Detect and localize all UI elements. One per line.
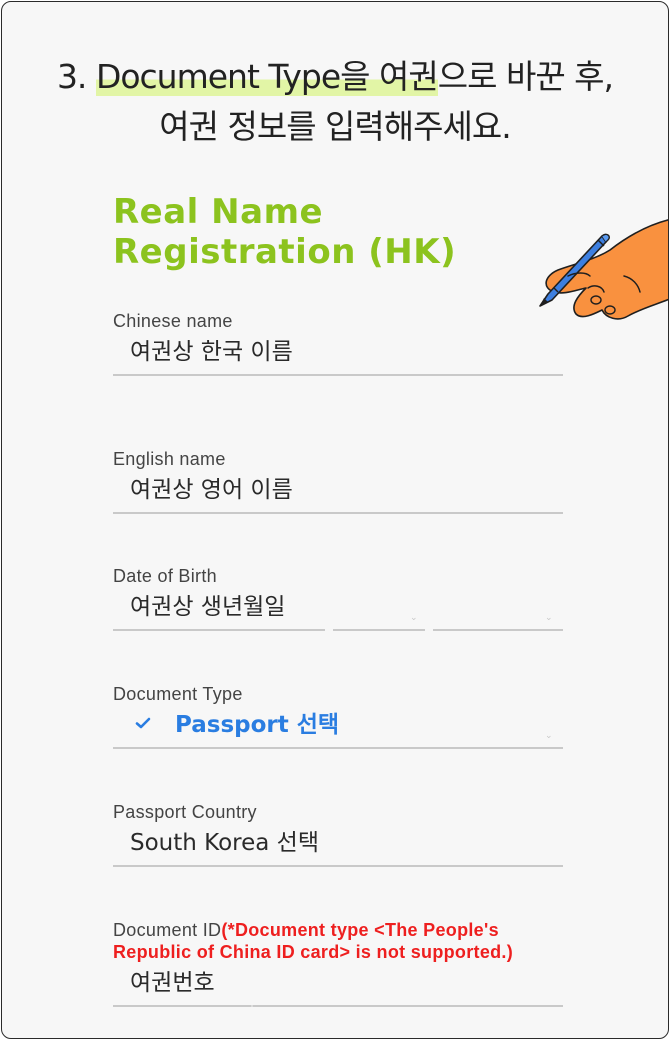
step-number: 3.	[56, 57, 87, 96]
chevron-down-icon: ⌄	[410, 613, 418, 623]
select-divider	[425, 629, 433, 631]
form-title: Real Name Registration (HK)	[113, 192, 457, 272]
document-type-label: Document Type	[113, 684, 243, 704]
document-type-field: Document Type Passport 선택 ⌄	[113, 683, 563, 749]
chinese-name-label: Chinese name	[113, 311, 233, 331]
english-name-label: English name	[113, 449, 226, 469]
chevron-down-icon: ⌄	[545, 613, 553, 623]
headline-line-1: 3. Document Type을 여권으로 바꾼 후,	[2, 52, 668, 102]
chinese-name-field: Chinese name 여권상 한국 이름	[113, 310, 563, 376]
passport-country-value: South Korea 선택	[130, 830, 319, 856]
document-id-label-text: Document ID	[113, 920, 222, 940]
chinese-name-input[interactable]: 여권상 한국 이름	[113, 332, 563, 376]
passport-country-label: Passport Country	[113, 802, 257, 822]
chinese-name-value: 여권상 한국 이름	[130, 339, 293, 365]
date-of-birth-value: 여권상 생년월일	[130, 594, 286, 620]
select-divider	[325, 629, 333, 631]
english-name-field: English name 여권상 영어 이름	[113, 448, 563, 514]
document-id-field: Document ID(*Document type <The People's…	[113, 919, 563, 1007]
date-of-birth-label: Date of Birth	[113, 566, 217, 586]
instruction-headline: 3. Document Type을 여권으로 바꾼 후, 여권 정보를 입력해주…	[2, 52, 668, 152]
headline-line1-rest: 으로 바꾼 후,	[437, 57, 614, 96]
chevron-down-icon: ⌄	[545, 731, 553, 741]
document-type-select[interactable]: Passport 선택 ⌄	[113, 705, 563, 749]
document-type-value: Passport 선택	[175, 712, 340, 738]
passport-country-select[interactable]: South Korea 선택	[113, 823, 563, 867]
document-id-value: 여권번호	[130, 970, 215, 996]
document-id-label: Document ID(*Document type <The People's…	[113, 919, 563, 963]
date-of-birth-field: Date of Birth 여권상 생년월일 ⌄ ⌄	[113, 565, 563, 631]
input-divider	[251, 1005, 253, 1007]
guide-card: 3. Document Type을 여권으로 바꾼 후, 여권 정보를 입력해주…	[1, 1, 669, 1039]
headline-line-2: 여권 정보를 입력해주세요.	[159, 107, 511, 146]
check-icon	[135, 717, 151, 729]
english-name-value: 여권상 영어 이름	[130, 477, 293, 503]
document-id-input[interactable]: 여권번호	[113, 963, 563, 1007]
date-of-birth-select[interactable]: 여권상 생년월일 ⌄ ⌄	[113, 587, 563, 631]
passport-country-field: Passport Country South Korea 선택	[113, 801, 563, 867]
headline-highlight: Document Type을 여권	[95, 57, 439, 96]
english-name-input[interactable]: 여권상 영어 이름	[113, 470, 563, 514]
